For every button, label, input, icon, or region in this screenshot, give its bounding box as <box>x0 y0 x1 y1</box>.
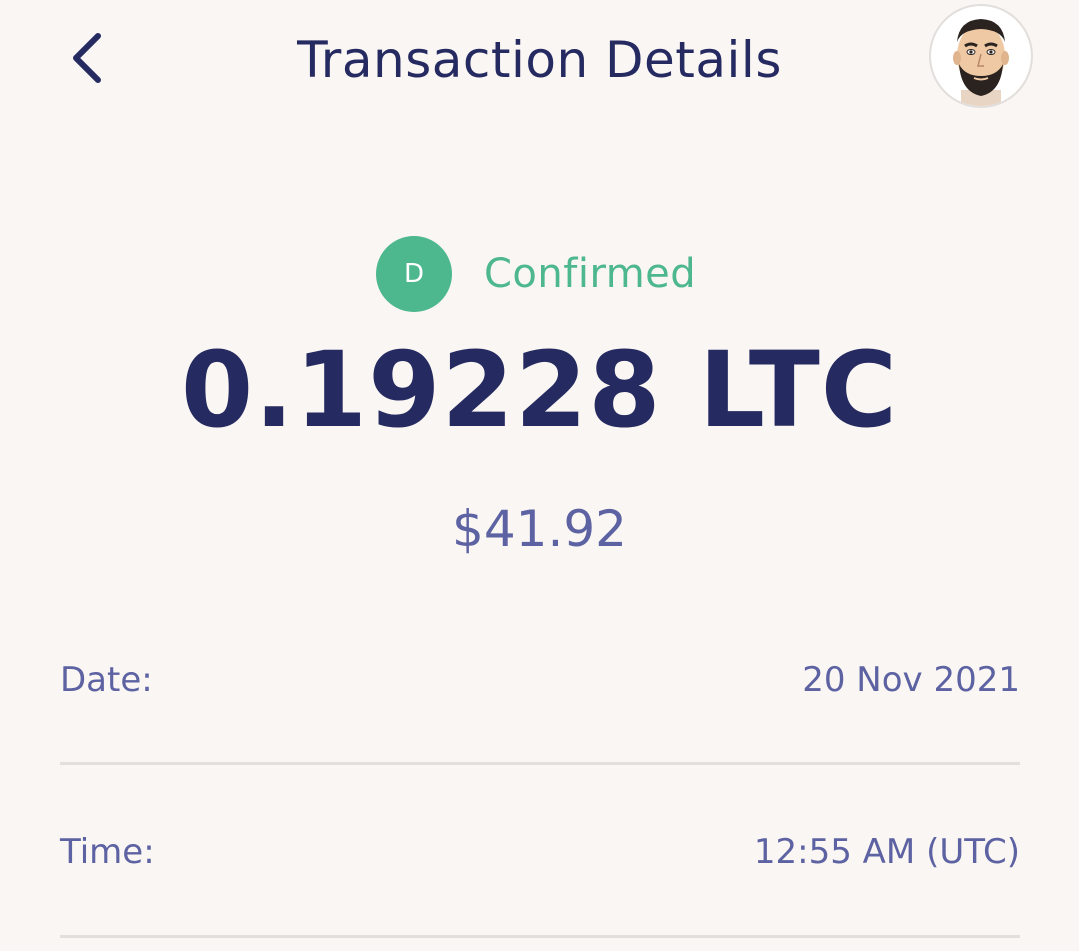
date-row: Date: 20 Nov 2021 <box>60 650 1020 710</box>
date-value: 20 Nov 2021 <box>802 660 1020 700</box>
time-label: Time: <box>60 832 155 872</box>
divider <box>60 935 1020 938</box>
status-badge: D <box>376 236 452 312</box>
status-row: D Confirmed <box>0 236 1079 312</box>
page-title: Transaction Details <box>297 31 782 89</box>
status-label: Confirmed <box>484 251 697 297</box>
date-label: Date: <box>60 660 153 700</box>
divider <box>60 762 1020 765</box>
time-value: 12:55 AM (UTC) <box>753 832 1020 872</box>
header: Transaction Details <box>0 0 1079 120</box>
fiat-amount: $41.92 <box>452 500 627 558</box>
user-avatar-icon <box>953 19 1009 106</box>
crypto-amount: 0.19228 LTC <box>180 329 899 451</box>
time-row: Time: 12:55 AM (UTC) <box>60 822 1020 882</box>
avatar[interactable] <box>929 4 1033 108</box>
